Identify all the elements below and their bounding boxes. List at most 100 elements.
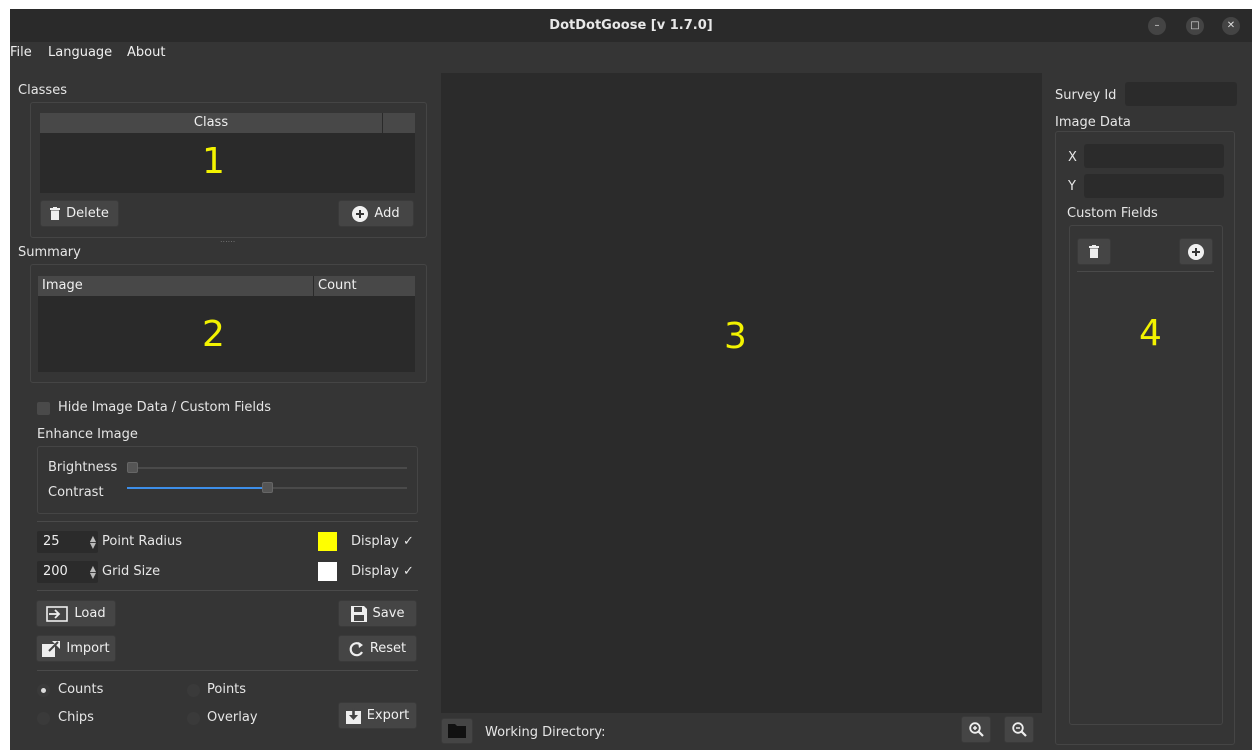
open-folder-button[interactable] bbox=[441, 718, 473, 744]
plus-circle-icon bbox=[1188, 243, 1204, 260]
canvas-marker: 3 bbox=[724, 316, 747, 357]
delete-field-button[interactable] bbox=[1077, 238, 1111, 265]
custom-fields-marker: 4 bbox=[1139, 313, 1162, 354]
survey-id-label: Survey Id bbox=[1055, 88, 1117, 103]
contrast-slider[interactable] bbox=[127, 481, 407, 495]
overlay-label: Overlay bbox=[207, 710, 258, 725]
image-column-header[interactable]: Image bbox=[38, 276, 313, 296]
classes-table[interactable]: Class 1 bbox=[40, 113, 415, 193]
reset-icon bbox=[349, 641, 363, 656]
custom-fields-title: Custom Fields bbox=[1067, 206, 1158, 221]
divider bbox=[37, 590, 418, 591]
divider bbox=[37, 521, 418, 522]
survey-id-input[interactable] bbox=[1125, 82, 1237, 106]
working-directory-label: Working Directory: bbox=[485, 725, 606, 740]
brightness-label: Brightness bbox=[48, 460, 118, 475]
grid-size-label: Grid Size bbox=[102, 564, 161, 579]
brightness-slider[interactable] bbox=[127, 461, 407, 475]
minimize-button[interactable]: – bbox=[1148, 17, 1166, 35]
spin-arrows-icon[interactable]: ▲ ▼ bbox=[90, 535, 96, 550]
reset-button[interactable]: Reset bbox=[338, 635, 417, 662]
class-column-spacer bbox=[383, 113, 415, 133]
y-label: Y bbox=[1068, 179, 1076, 194]
x-input[interactable] bbox=[1084, 144, 1224, 168]
custom-fields-group bbox=[1069, 225, 1223, 725]
floppy-disk-icon bbox=[350, 605, 367, 622]
point-radius-value: 25 bbox=[43, 534, 60, 549]
splitter-handle[interactable]: ...... bbox=[220, 235, 235, 244]
load-icon bbox=[46, 605, 69, 622]
grid-size-value: 200 bbox=[43, 564, 68, 579]
image-data-title: Image Data bbox=[1055, 115, 1131, 130]
zoom-out-icon bbox=[1011, 722, 1027, 737]
point-color-swatch[interactable] bbox=[318, 532, 337, 551]
plus-circle-icon bbox=[352, 205, 369, 222]
x-label: X bbox=[1068, 150, 1077, 165]
y-input[interactable] bbox=[1084, 174, 1224, 198]
menu-language[interactable]: Language bbox=[48, 45, 112, 60]
menu-file[interactable]: File bbox=[10, 45, 32, 60]
points-label: Points bbox=[207, 682, 247, 697]
point-display-toggle[interactable]: Display ✓ bbox=[351, 534, 414, 549]
import-label: Import bbox=[66, 641, 110, 656]
delete-class-button[interactable]: Delete bbox=[40, 200, 119, 227]
load-button[interactable]: Load bbox=[36, 600, 116, 627]
export-icon bbox=[345, 707, 361, 724]
class-column-header[interactable]: Class bbox=[40, 113, 382, 133]
maximize-button[interactable]: □ bbox=[1186, 17, 1204, 35]
add-field-button[interactable] bbox=[1179, 238, 1213, 265]
grid-display-toggle[interactable]: Display ✓ bbox=[351, 564, 414, 579]
classes-title: Classes bbox=[18, 83, 67, 98]
chips-radio[interactable] bbox=[37, 712, 50, 725]
counts-radio[interactable] bbox=[37, 684, 50, 697]
add-class-button[interactable]: Add bbox=[338, 200, 414, 227]
folder-icon bbox=[448, 724, 466, 738]
export-label: Export bbox=[366, 708, 410, 723]
window-title: DotDotGoose [v 1.7.0] bbox=[549, 18, 713, 33]
points-radio[interactable] bbox=[187, 684, 200, 697]
chips-label: Chips bbox=[58, 710, 94, 725]
enhance-image-title: Enhance Image bbox=[37, 427, 138, 442]
hide-image-data-checkbox[interactable] bbox=[37, 402, 50, 415]
menu-bar: File Language About bbox=[10, 42, 1252, 65]
zoom-in-icon bbox=[968, 722, 984, 737]
close-button[interactable]: ✕ bbox=[1222, 17, 1240, 35]
counts-label: Counts bbox=[58, 682, 104, 697]
zoom-in-button[interactable] bbox=[961, 716, 991, 743]
enhance-image-group bbox=[37, 446, 418, 514]
save-label: Save bbox=[372, 606, 405, 621]
contrast-label: Contrast bbox=[48, 485, 104, 500]
summary-table[interactable]: Image Count 2 bbox=[38, 276, 415, 372]
trash-icon bbox=[50, 207, 61, 220]
count-column-header[interactable]: Count bbox=[314, 276, 415, 296]
add-label: Add bbox=[374, 206, 400, 221]
app-window: DotDotGoose [v 1.7.0] – □ ✕ File Languag… bbox=[10, 9, 1252, 750]
summary-marker: 2 bbox=[202, 314, 225, 355]
import-button[interactable]: Import bbox=[36, 635, 116, 662]
grid-size-spinbox[interactable]: 200 ▲ ▼ bbox=[37, 561, 98, 583]
zoom-out-button[interactable] bbox=[1004, 716, 1034, 743]
grid-color-swatch[interactable] bbox=[318, 562, 337, 581]
brightness-handle[interactable] bbox=[127, 462, 138, 473]
delete-label: Delete bbox=[66, 206, 109, 221]
overlay-radio[interactable] bbox=[187, 712, 200, 725]
title-bar: DotDotGoose [v 1.7.0] – □ ✕ bbox=[10, 9, 1252, 42]
divider bbox=[37, 670, 418, 671]
load-label: Load bbox=[74, 606, 106, 621]
import-icon bbox=[42, 640, 61, 657]
reset-label: Reset bbox=[369, 641, 407, 656]
image-canvas[interactable]: 3 bbox=[441, 73, 1042, 713]
divider bbox=[1077, 271, 1214, 272]
classes-marker: 1 bbox=[202, 141, 225, 182]
status-bar: Working Directory: bbox=[441, 713, 1042, 750]
export-button[interactable]: Export bbox=[338, 702, 417, 729]
trash-icon bbox=[1089, 245, 1099, 258]
save-button[interactable]: Save bbox=[338, 600, 417, 627]
contrast-handle[interactable] bbox=[262, 482, 273, 493]
summary-title: Summary bbox=[18, 245, 81, 260]
spin-arrows-icon[interactable]: ▲ ▼ bbox=[90, 565, 96, 580]
menu-about[interactable]: About bbox=[127, 45, 165, 60]
point-radius-label: Point Radius bbox=[102, 534, 182, 549]
point-radius-spinbox[interactable]: 25 ▲ ▼ bbox=[37, 531, 98, 553]
hide-image-data-label: Hide Image Data / Custom Fields bbox=[58, 400, 272, 415]
